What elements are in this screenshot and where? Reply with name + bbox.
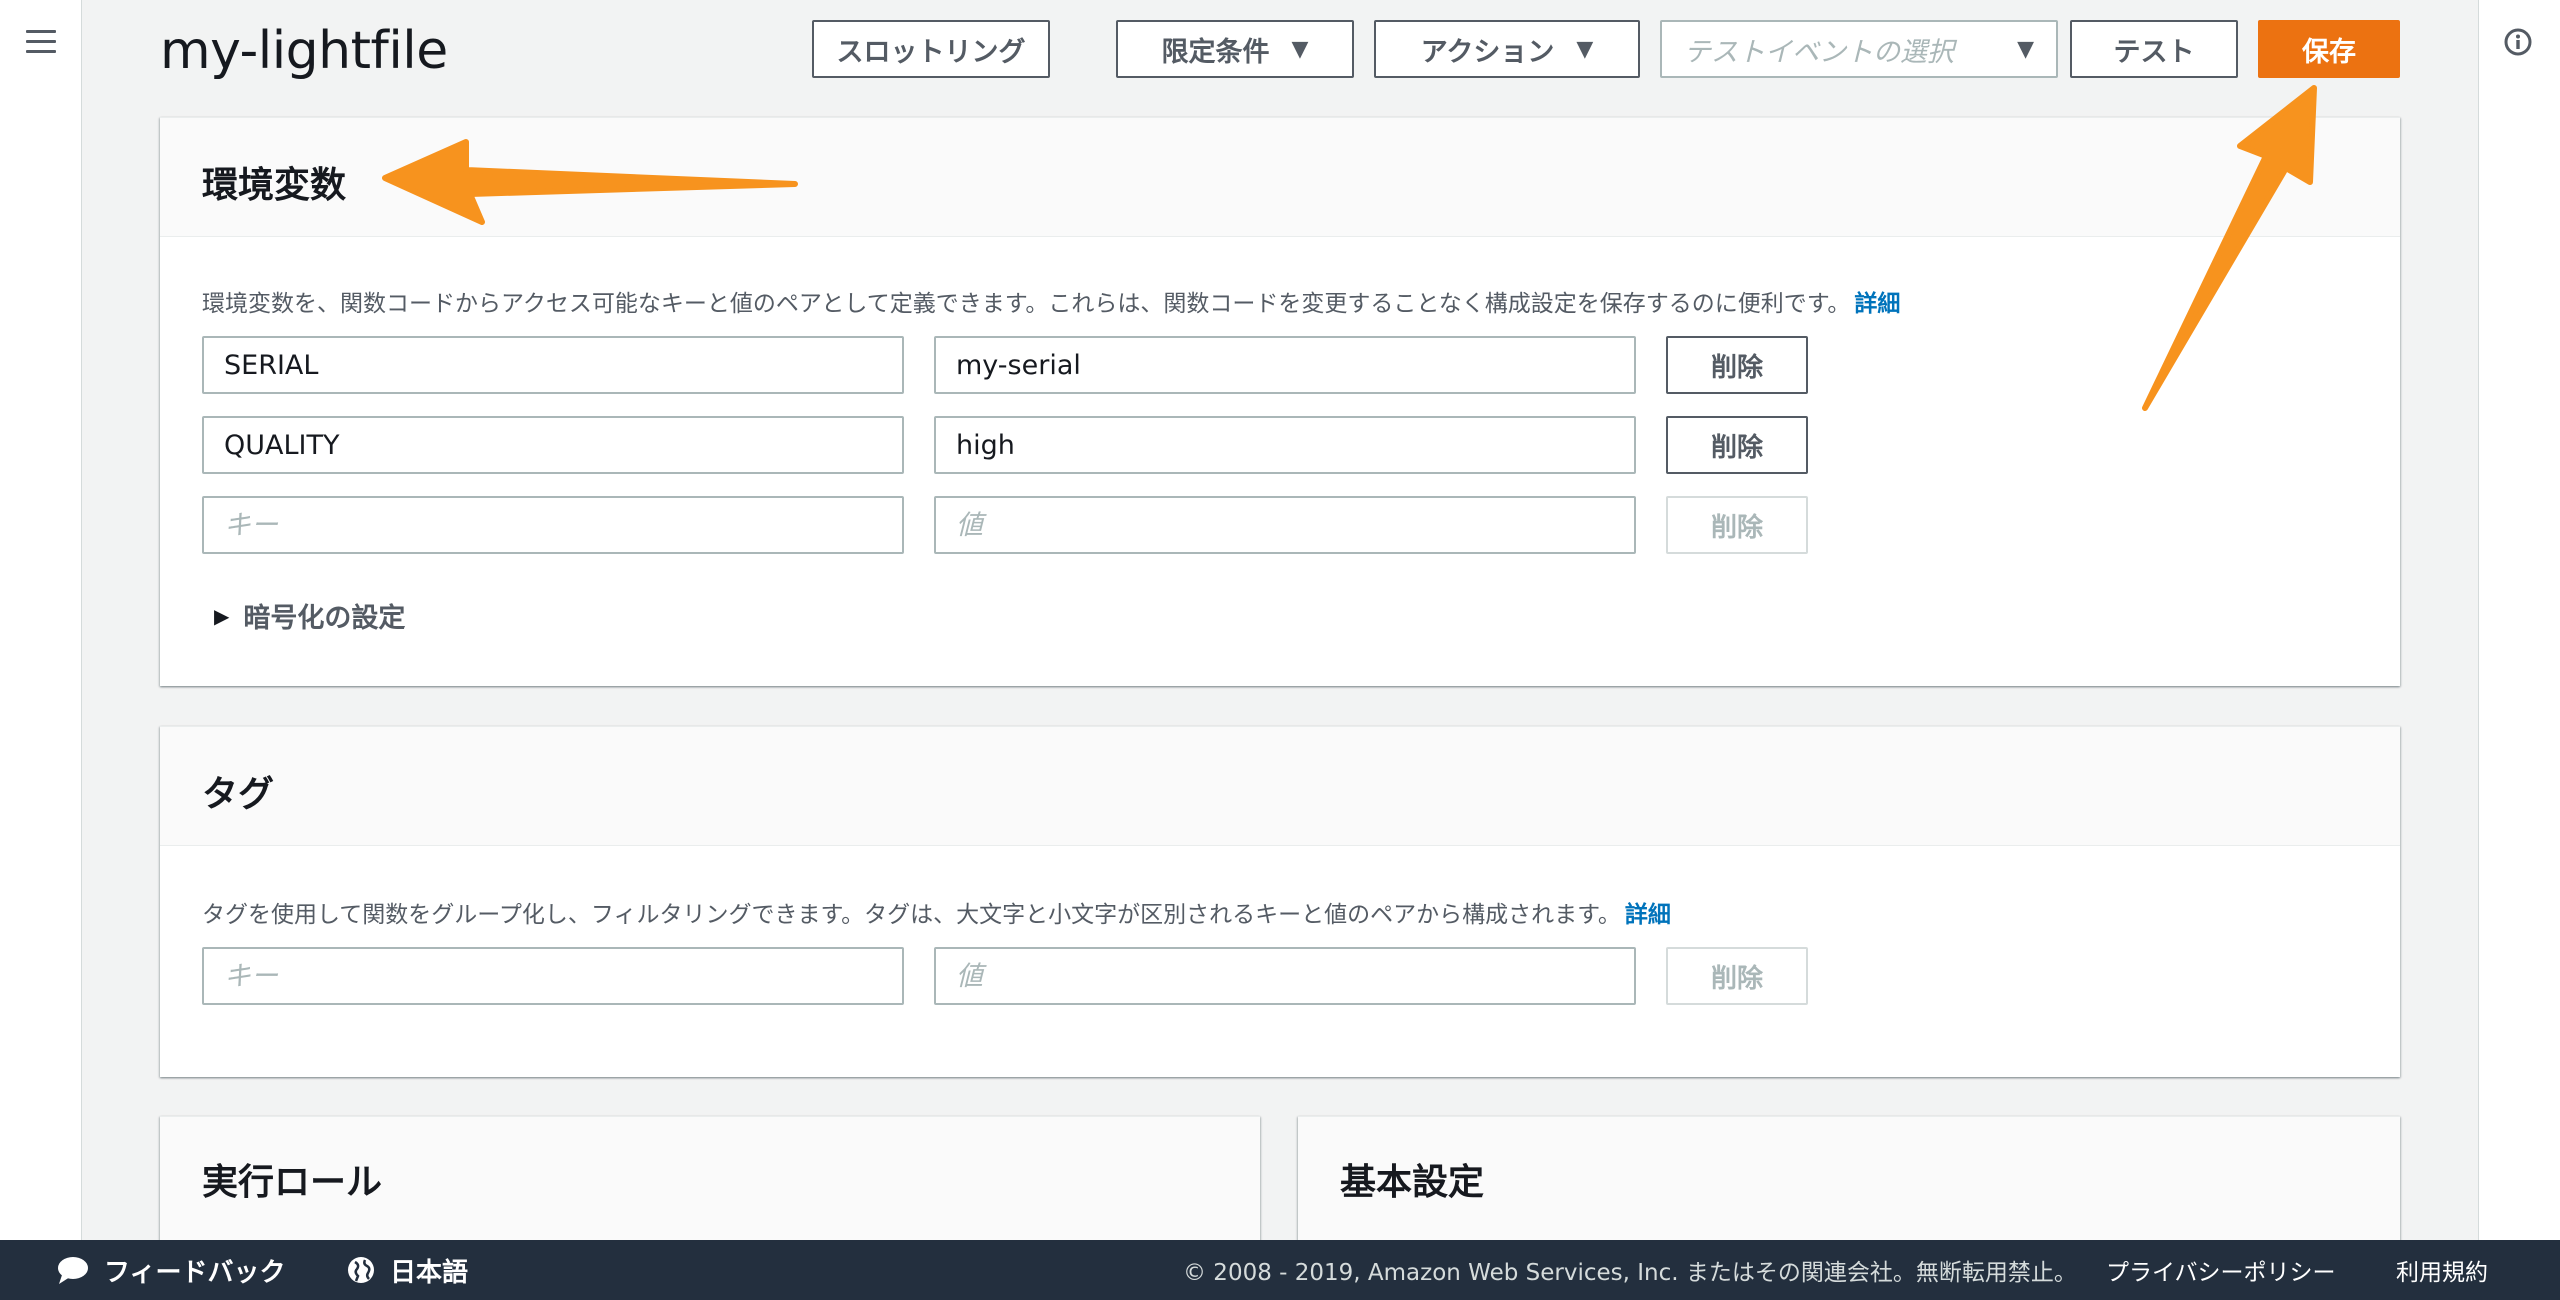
env-vars-header: 環境変数 [160,118,2400,237]
tags-description-text: タグを使用して関数をグループ化し、フィルタリングできます。タグは、大文字と小文字… [202,902,1621,928]
tags-panel: タグ タグを使用して関数をグループ化し、フィルタリングできます。タグは、大文字と… [160,726,2400,1077]
tags-description: タグを使用して関数をグループ化し、フィルタリングできます。タグは、大文字と小文字… [202,895,1671,929]
test-event-select[interactable]: テストイベントの選択 ▼ [1660,20,2058,78]
qualifiers-label: 限定条件 [1161,36,1270,68]
language-selector[interactable]: 日本語 [346,1240,468,1300]
encryption-settings-toggle[interactable]: ▶ 暗号化の設定 [214,596,405,635]
qualifiers-dropdown[interactable]: 限定条件 ▼ [1116,20,1354,78]
test-button[interactable]: テスト [2070,20,2238,78]
feedback-icon [58,1257,88,1284]
env-vars-panel: 環境変数 環境変数を、関数コードからアクセス可能なキーと値のペアとして定義できま… [160,117,2400,686]
throttle-button[interactable]: スロットリング [812,20,1050,78]
left-nav-rail [0,0,82,1240]
footer-bar: フィードバック 日本語 © 2008 - 2019, Amazon Web Se… [0,1240,2560,1300]
basic-settings-panel: 基本設定 [1298,1116,2400,1257]
actions-label: アクション [1420,36,1555,68]
encryption-settings-label: 暗号化の設定 [243,603,406,634]
env-vars-learn-more-link[interactable]: 詳細 [1854,291,1900,317]
execution-role-title: 実行ロール [202,1162,383,1203]
env-remove-button-2[interactable]: 削除 [1666,416,1808,474]
feedback-label: フィードバック [104,1257,286,1288]
env-value-input-1[interactable] [934,336,1636,394]
caret-right-icon: ▶ [214,603,230,628]
terms-link[interactable]: 利用規約 [2396,1240,2488,1300]
env-new-remove-button: 削除 [1666,496,1808,554]
caret-down-icon: ▼ [1291,36,1309,62]
basic-settings-title: 基本設定 [1340,1162,1485,1203]
tag-new-value-input[interactable] [934,947,1636,1005]
env-new-value-input[interactable] [934,496,1636,554]
env-value-input-2[interactable] [934,416,1636,474]
test-button-label: テスト [2113,36,2195,68]
execution-role-header: 実行ロール [160,1117,1260,1257]
save-button-label: 保存 [2302,36,2356,68]
menu-icon[interactable] [26,30,56,54]
execution-role-panel: 実行ロール [160,1116,1260,1257]
basic-settings-header: 基本設定 [1298,1117,2400,1257]
tags-title: タグ [202,774,275,815]
env-remove-button-1[interactable]: 削除 [1666,336,1808,394]
language-label: 日本語 [390,1257,469,1288]
env-vars-title: 環境変数 [202,165,347,206]
caret-down-icon: ▼ [1576,36,1594,62]
tag-new-key-input[interactable] [202,947,904,1005]
page-title: my-lightfile [160,21,448,81]
env-new-key-input[interactable] [202,496,904,554]
right-help-rail [2478,0,2560,1240]
env-key-input-2[interactable] [202,416,904,474]
globe-icon [348,1257,374,1283]
tag-new-remove-button: 削除 [1666,947,1808,1005]
info-icon[interactable] [2504,28,2532,56]
save-button[interactable]: 保存 [2258,20,2400,78]
caret-down-icon: ▼ [2017,36,2034,62]
copyright-text: © 2008 - 2019, Amazon Web Services, Inc.… [1183,1260,2077,1286]
feedback-link[interactable]: フィードバック [56,1240,285,1300]
env-vars-description-text: 環境変数を、関数コードからアクセス可能なキーと値のペアとして定義できます。これら… [202,291,1851,317]
actions-dropdown[interactable]: アクション ▼ [1374,20,1640,78]
lambda-console-page: my-lightfile スロットリング 限定条件 ▼ アクション ▼ テストイ… [0,0,2560,1300]
env-vars-description: 環境変数を、関数コードからアクセス可能なキーと値のペアとして定義できます。これら… [202,284,1900,318]
test-event-placeholder: テストイベントの選択 [1684,36,1954,68]
throttle-button-label: スロットリング [836,36,1026,68]
tags-header: タグ [160,727,2400,846]
tags-learn-more-link[interactable]: 詳細 [1625,902,1671,928]
env-key-input-1[interactable] [202,336,904,394]
privacy-policy-link[interactable]: プライバシーポリシー [2106,1240,2336,1300]
